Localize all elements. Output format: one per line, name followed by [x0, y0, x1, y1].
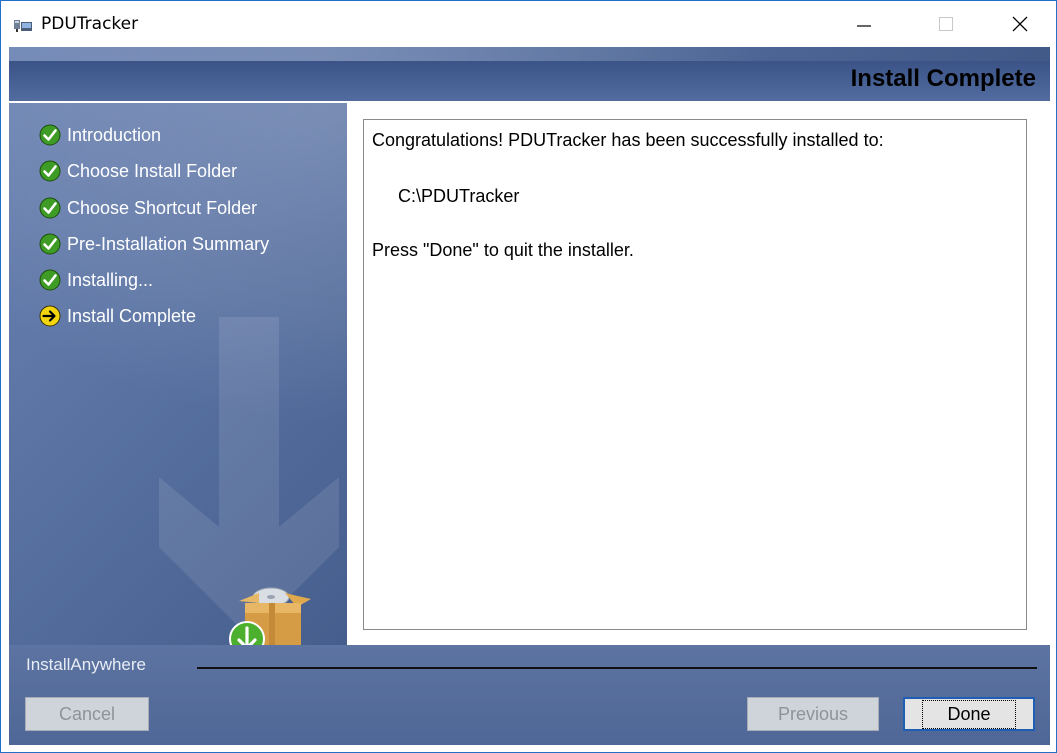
content-panel: Congratulations! PDUTracker has been suc…	[347, 103, 1050, 645]
step-label: Install Complete	[67, 305, 197, 326]
title-bar[interactable]: PDUTracker	[1, 1, 1056, 47]
window-title: PDUTracker	[41, 14, 139, 34]
done-instruction: Press "Done" to quit the installer.	[372, 240, 634, 260]
footer: InstallAnywhere Cancel Previous Done	[9, 645, 1050, 745]
step-item: Choose Install Folder	[39, 159, 237, 183]
step-item: Introduction	[39, 123, 161, 147]
page-title: Install Complete	[850, 65, 1036, 92]
step-item: Pre-Installation Summary	[39, 232, 269, 256]
done-button[interactable]: Done	[903, 697, 1035, 731]
success-message: Congratulations! PDUTracker has been suc…	[372, 130, 884, 150]
minimize-icon	[857, 25, 871, 27]
close-button[interactable]	[991, 1, 1049, 47]
step-label: Introduction	[67, 124, 162, 145]
check-icon	[39, 124, 61, 146]
step-label: Installing...	[67, 269, 154, 290]
app-icon	[14, 20, 32, 32]
close-icon	[1012, 16, 1028, 32]
check-icon	[39, 269, 61, 291]
done-button-label: Done	[922, 699, 1016, 729]
step-label: Pre-Installation Summary	[67, 233, 270, 254]
check-icon	[39, 160, 61, 182]
step-label: Choose Shortcut Folder	[67, 197, 258, 218]
maximize-button[interactable]	[917, 1, 975, 47]
installer-window: PDUTracker Install Complete Introduction…	[0, 0, 1057, 753]
maximize-icon	[939, 17, 953, 31]
check-icon	[39, 233, 61, 255]
install-path: C:\PDUTracker	[398, 186, 520, 206]
brand-label: InstallAnywhere	[26, 655, 147, 674]
header-bar: Install Complete	[9, 61, 1050, 103]
step-item: Installing...	[39, 268, 153, 292]
arrow-right-icon	[39, 305, 61, 327]
installer-body: Install Complete Introduction Choose Ins…	[9, 47, 1050, 745]
footer-divider	[197, 667, 1037, 669]
cancel-button[interactable]: Cancel	[25, 697, 149, 731]
message-box: Congratulations! PDUTracker has been suc…	[363, 119, 1027, 630]
minimize-button[interactable]	[835, 1, 893, 47]
step-item-current: Install Complete	[39, 304, 196, 328]
previous-button[interactable]: Previous	[747, 697, 879, 731]
step-label: Choose Install Folder	[67, 160, 238, 181]
check-icon	[39, 197, 61, 219]
step-item: Choose Shortcut Folder	[39, 196, 257, 220]
